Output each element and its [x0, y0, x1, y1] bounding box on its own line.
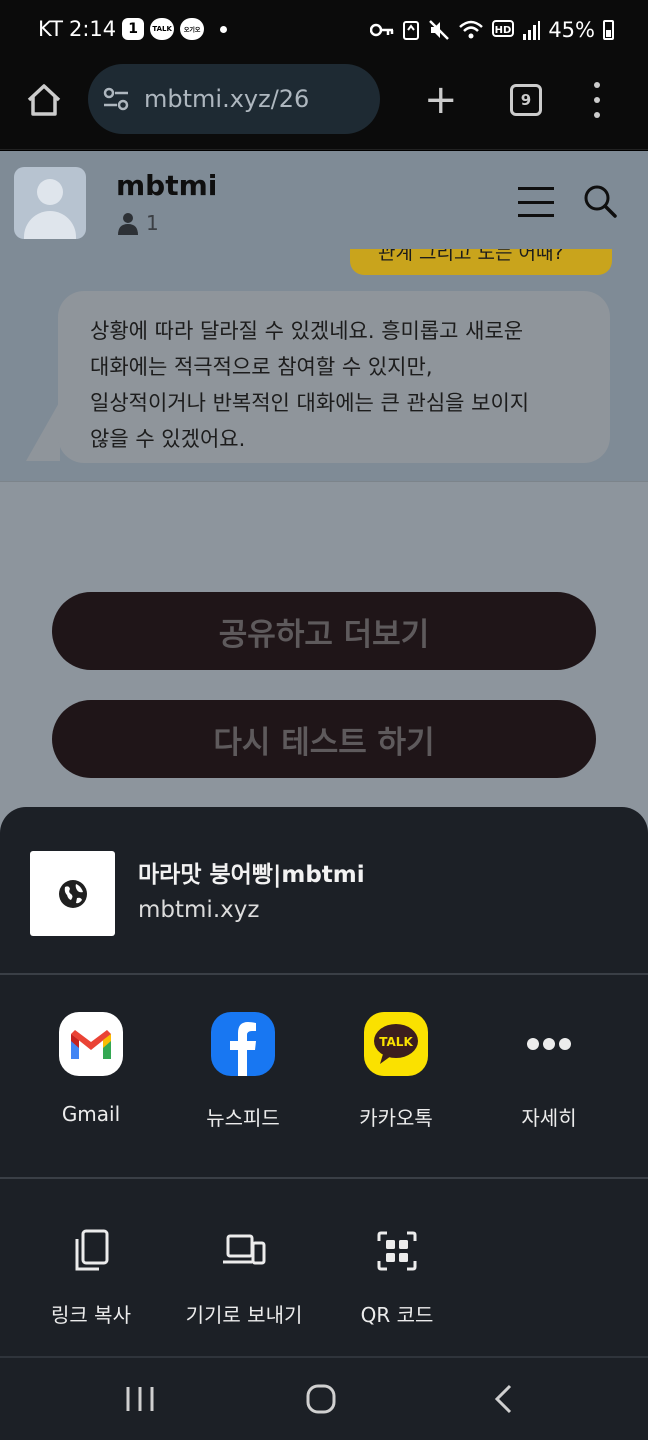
- globe-icon: [58, 879, 87, 908]
- recycle-icon: [403, 21, 420, 40]
- status-right: HD 45%: [370, 18, 614, 42]
- avatar: [14, 167, 86, 239]
- qr-code-action[interactable]: QR 코드: [312, 1229, 482, 1328]
- carrier: KT: [38, 17, 63, 41]
- facebook-icon: [211, 1012, 275, 1076]
- status-left: KT 2:14 1 TALK 오기오: [38, 17, 228, 41]
- svg-text:TALK: TALK: [379, 1035, 413, 1049]
- more-notifications-dot: [220, 25, 228, 33]
- site-settings-icon[interactable]: [102, 87, 130, 111]
- copy-icon: [69, 1229, 113, 1273]
- tab-switcher-button[interactable]: 9: [510, 84, 542, 116]
- share-app-more[interactable]: 자세히: [474, 1012, 624, 1131]
- browser-toolbar: mbtmi.xyz/26 + 9: [0, 62, 648, 150]
- url-text: mbtmi.xyz/26: [144, 85, 310, 113]
- link-preview-title: 마라맛 붕어빵|mbtmi: [138, 862, 365, 888]
- send-to-device-icon: [222, 1229, 266, 1273]
- svg-text:HD: HD: [495, 25, 512, 36]
- mute-icon: [429, 20, 450, 40]
- more-icon: [517, 1012, 581, 1076]
- recent-apps-icon[interactable]: [124, 1384, 156, 1414]
- app-label-more: 자세히: [521, 1106, 577, 1130]
- battery-icon: [603, 20, 614, 40]
- app-label-kakaotalk: 카카오톡: [359, 1106, 433, 1130]
- app-label-facebook: 뉴스피드: [206, 1106, 280, 1130]
- address-bar[interactable]: mbtmi.xyz/26: [88, 64, 380, 134]
- key-icon: [370, 23, 394, 37]
- divider: [0, 481, 648, 482]
- sheet-divider-middle: [0, 1177, 648, 1179]
- bubble-tail: [26, 401, 60, 461]
- user-message-text: 관계 그리고 도는 어때?: [378, 249, 564, 263]
- search-icon[interactable]: [582, 183, 618, 219]
- share-app-kakaotalk[interactable]: TALK 카카오톡: [321, 1012, 471, 1131]
- status-bar: KT 2:14 1 TALK 오기오 HD 45%: [0, 0, 648, 62]
- system-navigation-bar: [0, 1356, 648, 1440]
- member-count-value: 1: [146, 211, 159, 235]
- new-tab-button[interactable]: +: [424, 80, 458, 120]
- app-label-gmail: Gmail: [61, 1102, 121, 1126]
- share-more-button[interactable]: 공유하고 더보기: [52, 592, 596, 670]
- app-notification-icon: 오기오: [180, 18, 205, 40]
- bot-message-text: 상황에 따라 달라질 수 있겠네요. 흥미롭고 새로운 대화에는 적극적으로 참…: [90, 319, 530, 451]
- copy-link-action[interactable]: 링크 복사: [6, 1229, 176, 1328]
- clock: 2:14: [68, 17, 117, 41]
- hamburger-menu-icon[interactable]: [518, 187, 554, 217]
- share-app-gmail[interactable]: Gmail: [16, 1012, 166, 1126]
- browser-menu-button[interactable]: [590, 82, 604, 118]
- copy-link-label: 링크 복사: [51, 1303, 131, 1327]
- share-sheet: 마라맛 붕어빵|mbtmi mbtmi.xyz Gmail 뉴스피드 TALK …: [0, 807, 648, 1440]
- sheet-divider-top: [0, 973, 648, 975]
- qr-code-icon: [375, 1229, 419, 1273]
- home-icon[interactable]: [24, 80, 64, 120]
- wifi-icon: [459, 20, 484, 39]
- retest-button[interactable]: 다시 테스트 하기: [52, 700, 596, 778]
- send-to-device-action[interactable]: 기기로 보내기: [159, 1229, 329, 1328]
- signal-icon: [523, 21, 541, 40]
- bot-message-bubble: 상황에 따라 달라질 수 있겠네요. 흥미롭고 새로운 대화에는 적극적으로 참…: [58, 291, 610, 463]
- back-icon[interactable]: [492, 1384, 514, 1414]
- kakaotalk-icon: TALK: [364, 1012, 428, 1076]
- link-preview-thumbnail: [30, 851, 115, 936]
- share-app-facebook[interactable]: 뉴스피드: [168, 1012, 318, 1131]
- link-preview-url: mbtmi.xyz: [138, 897, 260, 923]
- hd-voice-icon: HD: [492, 20, 515, 37]
- site-name: mbtmi: [116, 169, 218, 202]
- notification-count-badge: 1: [122, 18, 145, 40]
- member-count: 1: [116, 211, 159, 235]
- qr-code-label: QR 코드: [360, 1303, 434, 1327]
- send-to-device-label: 기기로 보내기: [185, 1303, 303, 1327]
- battery-percent: 45%: [548, 18, 595, 42]
- gmail-icon: [59, 1012, 123, 1076]
- home-nav-icon[interactable]: [305, 1384, 337, 1414]
- person-icon: [118, 213, 138, 235]
- kakaotalk-notification-icon: TALK: [150, 18, 175, 40]
